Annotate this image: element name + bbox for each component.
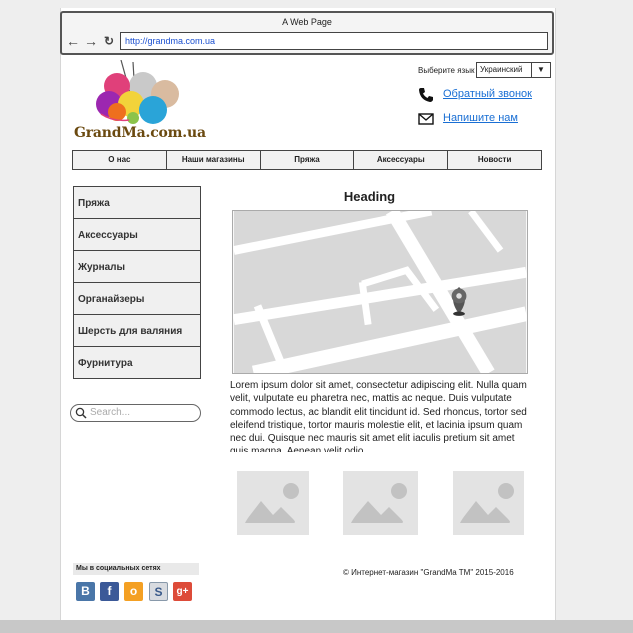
- image-placeholder-icon: [343, 471, 418, 535]
- copyright-text: © Интернет-магазин "GrandMa TM" 2015-201…: [343, 568, 514, 577]
- callback-link[interactable]: Обратный звонок: [443, 88, 532, 100]
- content-text: Lorem ipsum dolor sit amet, consectetur …: [230, 380, 527, 452]
- search-placeholder: Search...: [90, 407, 131, 418]
- sidebar-item-accessories[interactable]: Аксессуары: [73, 218, 201, 251]
- url-bar[interactable]: http://grandma.com.ua: [120, 32, 548, 50]
- envelope-icon: [418, 113, 434, 125]
- map-image[interactable]: [232, 210, 528, 374]
- chevron-down-icon[interactable]: ▼: [531, 63, 550, 77]
- odnoklassniki-icon[interactable]: о: [124, 582, 143, 601]
- language-select-value: Украинский: [480, 65, 523, 74]
- nav-item-news[interactable]: Новости: [447, 150, 542, 170]
- image-placeholder-icon: [453, 471, 524, 535]
- sidebar-item-hardware[interactable]: Фурнитура: [73, 346, 201, 379]
- content-heading: Heading: [343, 189, 396, 204]
- nav-item-accessories[interactable]: Аксессуары: [353, 150, 449, 170]
- nav-item-yarn[interactable]: Пряжа: [259, 150, 355, 170]
- top-navigation: О нас Наши магазины Пряжа Аксессуары Нов…: [72, 150, 542, 170]
- window-bottom-scrollbar[interactable]: [0, 620, 633, 633]
- back-arrow-icon[interactable]: ←: [66, 34, 80, 48]
- image-placeholder-icon: [237, 471, 309, 535]
- reload-icon[interactable]: ↻: [102, 34, 116, 48]
- phone-icon: [419, 88, 433, 102]
- language-label: Выберите язык: [418, 66, 475, 75]
- skype-icon[interactable]: S: [149, 582, 168, 601]
- sidebar-item-organizers[interactable]: Органайзеры: [73, 282, 201, 315]
- sidebar-menu: Пряжа Аксессуары Журналы Органайзеры Шер…: [73, 186, 201, 379]
- browser-window-frame: A Web Page ← → ↻ http://grandma.com.ua: [60, 11, 554, 55]
- nav-item-stores[interactable]: Наши магазины: [165, 150, 261, 170]
- write-us-link[interactable]: Напишите нам: [443, 112, 518, 124]
- vk-icon[interactable]: B: [76, 582, 95, 601]
- sidebar-item-felting-wool[interactable]: Шерсть для валяния: [73, 314, 201, 347]
- social-title: Мы в социальных сетях: [73, 563, 199, 575]
- language-select[interactable]: Украинский ▼: [476, 62, 551, 78]
- google-plus-icon[interactable]: g+: [173, 582, 192, 601]
- browser-title: A Web Page: [282, 17, 332, 27]
- search-icon: [75, 407, 87, 419]
- sidebar-item-yarn[interactable]: Пряжа: [73, 186, 201, 219]
- sidebar-item-magazines[interactable]: Журналы: [73, 250, 201, 283]
- nav-item-about[interactable]: О нас: [72, 150, 167, 170]
- forward-arrow-icon[interactable]: →: [84, 34, 98, 48]
- logo-text[interactable]: GrandMa.com.ua: [74, 125, 206, 141]
- search-input[interactable]: Search...: [70, 404, 201, 422]
- facebook-icon[interactable]: f: [100, 582, 119, 601]
